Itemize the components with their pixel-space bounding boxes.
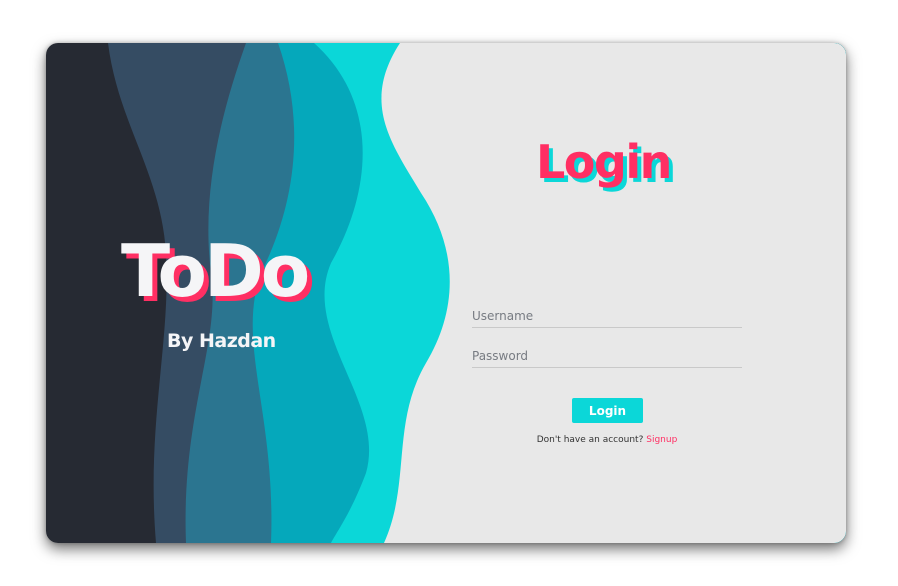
login-button[interactable]: Login: [572, 398, 643, 423]
password-input[interactable]: [472, 345, 742, 368]
signup-prompt-line: Don't have an account? Signup: [486, 435, 728, 445]
panel-shape: [381, 43, 846, 543]
login-card: ToDo By Hazdan Login Login Don't have an…: [46, 43, 846, 543]
signup-link[interactable]: Signup: [646, 435, 677, 445]
login-heading: Login: [536, 135, 672, 189]
brand-subtitle: By Hazdan: [167, 330, 276, 352]
username-input[interactable]: [472, 305, 742, 328]
brand-title: ToDo: [121, 229, 310, 313]
signup-prompt-text: Don't have an account?: [536, 435, 644, 445]
